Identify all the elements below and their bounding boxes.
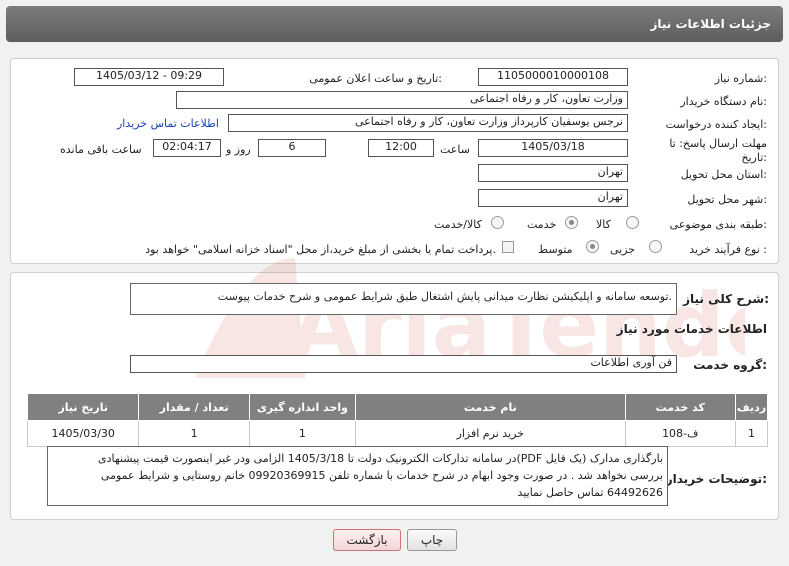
table-row: 1 ف-108 خرید نرم افزار 1 1 1405/03/30 <box>26 420 769 447</box>
col-service-name: نام خدمت <box>354 393 626 421</box>
cell-service-name: خرید نرم افزار <box>354 420 626 447</box>
category-radio-goods-service[interactable] <box>491 216 504 229</box>
process-radio-medium[interactable] <box>586 240 599 253</box>
creator-label: ایجاد کننده درخواست: <box>665 118 767 131</box>
announce-field: 1405/03/12 - 09:29 <box>74 68 224 86</box>
col-service-code: کد خدمت <box>624 393 736 421</box>
cell-unit: 1 <box>248 420 356 447</box>
category-option-goods: کالا <box>596 218 611 231</box>
process-radio-minor[interactable] <box>649 240 662 253</box>
deadline-label: مهلت ارسال پاسخ: تا تاریخ: <box>669 137 767 164</box>
treasury-checkbox[interactable] <box>502 241 514 253</box>
days-label: روز و <box>226 143 251 156</box>
process-option-medium: متوسط <box>538 243 573 256</box>
city-label: شهر محل تحویل: <box>687 193 767 206</box>
time-label: ساعت <box>440 143 470 156</box>
category-option-goods-service: کالا/خدمت <box>434 218 482 231</box>
payment-note: پرداخت تمام یا بخشی از مبلغ خرید،از محل … <box>145 243 496 256</box>
process-label: نوع فرآیند خرید : <box>689 243 767 256</box>
category-option-service: خدمت <box>527 218 557 231</box>
category-label: طبقه بندی موضوعی: <box>669 218 767 231</box>
back-button[interactable]: بازگشت <box>333 529 401 551</box>
deadline-date-field: 1405/03/18 <box>478 139 628 157</box>
summary-field: توسعه سامانه و اپلیکیشن نظارت میدانی پای… <box>130 283 677 315</box>
services-table: ردیف کد خدمت نام خدمت واحد اندازه گیری ت… <box>26 393 769 447</box>
cell-row: 1 <box>734 420 769 447</box>
cell-need-date: 1405/03/30 <box>26 420 140 447</box>
services-section-title: اطلاعات خدمات مورد نیاز <box>616 322 767 336</box>
buyer-field: وزارت تعاون، کار و رفاه اجتماعی <box>176 91 628 109</box>
col-unit: واحد اندازه گیری <box>248 393 356 421</box>
summary-label: شرح کلی نیاز: <box>683 292 769 306</box>
days-field: 6 <box>258 139 326 157</box>
buyer-notes-label: توضیحات خریدار: <box>665 472 767 486</box>
remaining-time-field: 02:04:17 <box>153 139 221 157</box>
need-number-field: 1105000010000108 <box>478 68 628 86</box>
province-label: استان محل تحویل: <box>680 168 767 181</box>
service-group-label: گروه خدمت: <box>693 358 767 372</box>
process-option-minor: جزیی <box>610 243 636 256</box>
print-button[interactable]: چاپ <box>407 529 457 551</box>
buyer-notes-line: بارگذاری مدارک (یک فایل PDF)در سامانه تد… <box>98 452 663 465</box>
contact-buyer-link[interactable]: اطلاعات تماس خریدار <box>117 117 219 130</box>
service-group-field: فن آوری اطلاعات <box>130 355 677 373</box>
creator-field: نرجس یوسفیان کارپرداز وزارت تعاون، کار و… <box>228 114 628 132</box>
page-header: جزئیات اطلاعات نیاز <box>6 6 783 42</box>
cell-service-code: ف-108 <box>624 420 736 447</box>
city-field: تهران <box>478 189 628 207</box>
buyer-notes-line: 64492626 تماس حاصل نمایید <box>517 486 663 499</box>
province-field: تهران <box>478 164 628 182</box>
category-radio-service[interactable] <box>565 216 578 229</box>
page-title: جزئیات اطلاعات نیاز <box>650 17 771 31</box>
buyer-label: نام دستگاه خریدار: <box>680 95 767 108</box>
col-row: ردیف <box>734 393 769 421</box>
col-need-date: تاریخ نیاز <box>26 393 140 421</box>
need-number-label: شماره نیاز: <box>714 72 767 85</box>
announce-label: تاریخ و ساعت اعلان عمومی: <box>309 72 442 85</box>
table-header-row: ردیف کد خدمت نام خدمت واحد اندازه گیری ت… <box>26 393 769 421</box>
buyer-notes-line: بررسی نخواهد شد . در صورت وجود ابهام در … <box>100 469 663 482</box>
category-radio-goods[interactable] <box>626 216 639 229</box>
buyer-notes-field: بارگذاری مدارک (یک فایل PDF)در سامانه تد… <box>47 446 668 506</box>
deadline-time-field: 12:00 <box>368 139 434 157</box>
remaining-label: ساعت باقی مانده <box>60 143 142 156</box>
cell-quantity: 1 <box>138 420 250 447</box>
col-quantity: تعداد / مقدار <box>138 393 250 421</box>
